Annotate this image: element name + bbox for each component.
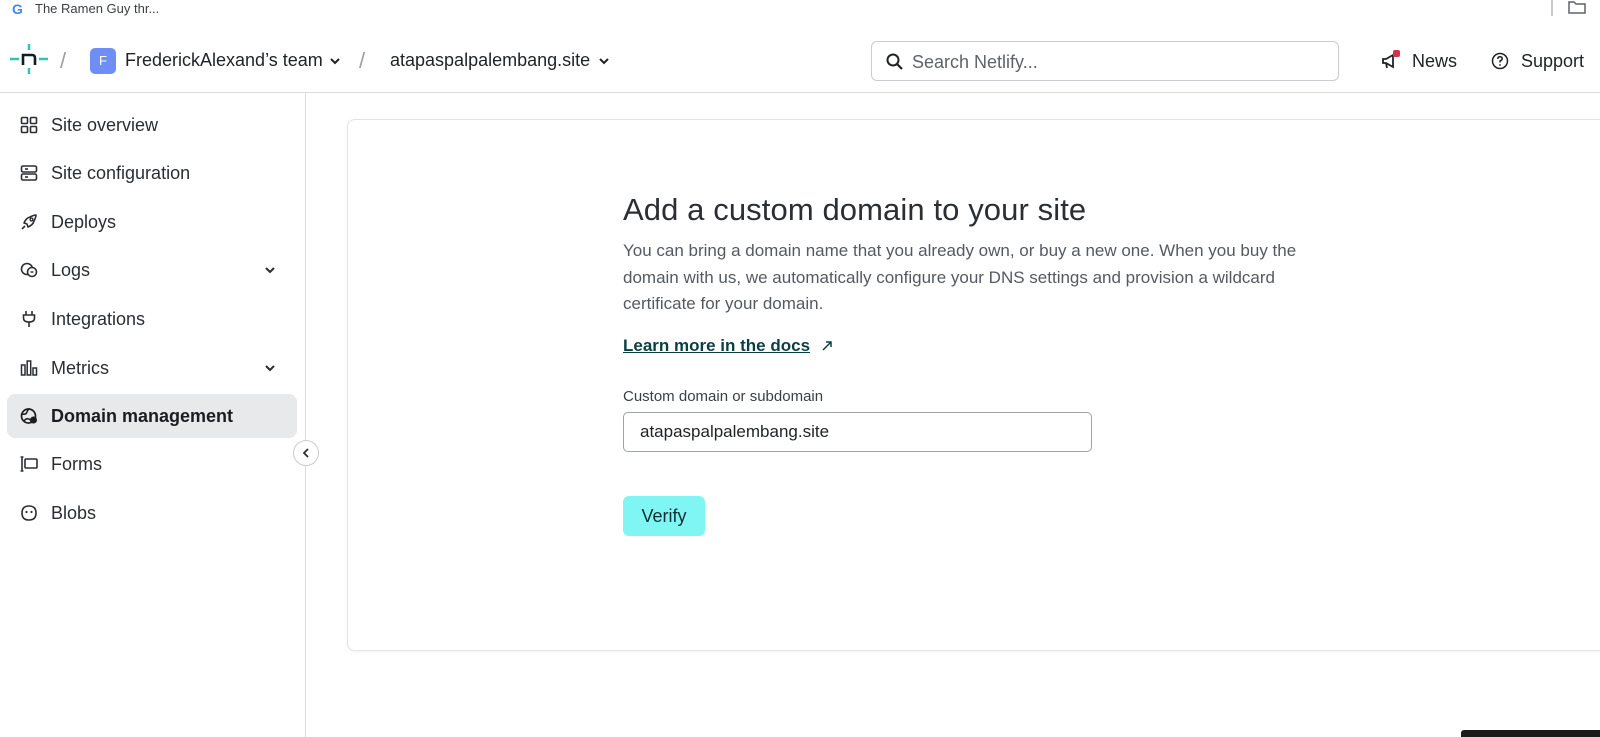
verify-button[interactable]: Verify <box>623 496 705 536</box>
browser-tab-strip: G The Ramen Guy thr... <box>0 0 1600 22</box>
sidebar-item-domain-management[interactable]: Domain management <box>7 394 297 438</box>
domain-input[interactable] <box>623 412 1092 452</box>
chevron-left-icon <box>302 448 309 458</box>
logs-icon <box>20 262 38 278</box>
sidebar-item-label: Integrations <box>51 309 146 329</box>
app-header: / F FrederickAlexand’s team / atapaspalp… <box>0 22 1600 93</box>
sidebar-item-logs[interactable]: Logs <box>7 248 297 292</box>
grid-icon <box>20 116 38 134</box>
sidebar-item-label: Forms <box>51 454 102 474</box>
blob-icon <box>21 505 37 521</box>
support-label: Support <box>1521 50 1585 71</box>
support-button[interactable]: Support <box>1491 48 1584 74</box>
sidebar-item-label: Site overview <box>51 115 159 135</box>
sidebar-item-label: Deploys <box>51 212 117 232</box>
form-icon <box>20 456 38 472</box>
sidebar-item-label: Site configuration <box>51 163 191 183</box>
bar-chart-icon <box>20 360 38 376</box>
sidebar-item-site-configuration[interactable]: Site configuration <box>7 151 297 195</box>
google-favicon-icon: G <box>12 1 23 17</box>
tab-divider <box>1551 0 1553 16</box>
megaphone-icon <box>1380 50 1400 71</box>
sidebar-item-label: Metrics <box>51 358 109 378</box>
sidebar-item-forms[interactable]: Forms <box>7 442 297 486</box>
breadcrumb-separator: / <box>60 48 67 73</box>
globe-icon <box>20 408 37 424</box>
sidebar-nav: Site overview Site configuration Deploys… <box>0 93 306 737</box>
site-switcher[interactable]: atapaspalpalembang.site <box>390 50 590 71</box>
page-title: Add a custom domain to your site <box>623 192 1087 227</box>
browser-tab-title[interactable]: The Ramen Guy thr... <box>35 1 159 16</box>
sidebar-item-deploys[interactable]: Deploys <box>7 200 297 244</box>
help-circle-icon <box>1491 52 1509 70</box>
sidebar-item-label: Blobs <box>51 503 97 523</box>
notification-dot <box>1393 50 1400 57</box>
chevron-down-icon[interactable] <box>598 56 610 66</box>
settings-list-icon <box>20 165 38 181</box>
folder-icon[interactable] <box>1568 0 1586 14</box>
breadcrumb-separator: / <box>359 48 366 73</box>
chevron-down-icon[interactable] <box>329 56 341 66</box>
domain-field-label: Custom domain or subdomain <box>623 388 824 405</box>
search-input[interactable] <box>912 50 1322 74</box>
chevron-down-icon[interactable] <box>264 265 276 275</box>
sidebar-item-label: Domain management <box>51 406 234 426</box>
chevron-down-icon[interactable] <box>264 363 276 373</box>
sidebar-item-site-overview[interactable]: Site overview <box>7 103 297 147</box>
plug-icon <box>22 311 36 327</box>
taskbar-edge <box>1461 730 1600 737</box>
team-switcher[interactable]: FrederickAlexand’s team <box>125 50 323 71</box>
sidebar-item-blobs[interactable]: Blobs <box>7 491 297 535</box>
news-button[interactable]: News <box>1380 48 1457 74</box>
search-icon <box>886 53 903 70</box>
sidebar-item-integrations[interactable]: Integrations <box>7 297 297 341</box>
news-label: News <box>1412 50 1458 71</box>
team-avatar[interactable]: F <box>90 48 116 74</box>
external-link-icon <box>822 341 832 351</box>
collapse-sidebar-button[interactable] <box>293 440 319 466</box>
page-description: You can bring a domain name that you alr… <box>623 241 1297 313</box>
search-box[interactable] <box>871 41 1339 81</box>
netlify-logo-icon[interactable] <box>10 44 48 74</box>
sidebar-item-metrics[interactable]: Metrics <box>7 346 297 390</box>
learn-more-docs-link[interactable]: Learn more in the docs <box>623 336 810 356</box>
rocket-icon <box>21 214 37 230</box>
sidebar-item-label: Logs <box>51 260 91 280</box>
